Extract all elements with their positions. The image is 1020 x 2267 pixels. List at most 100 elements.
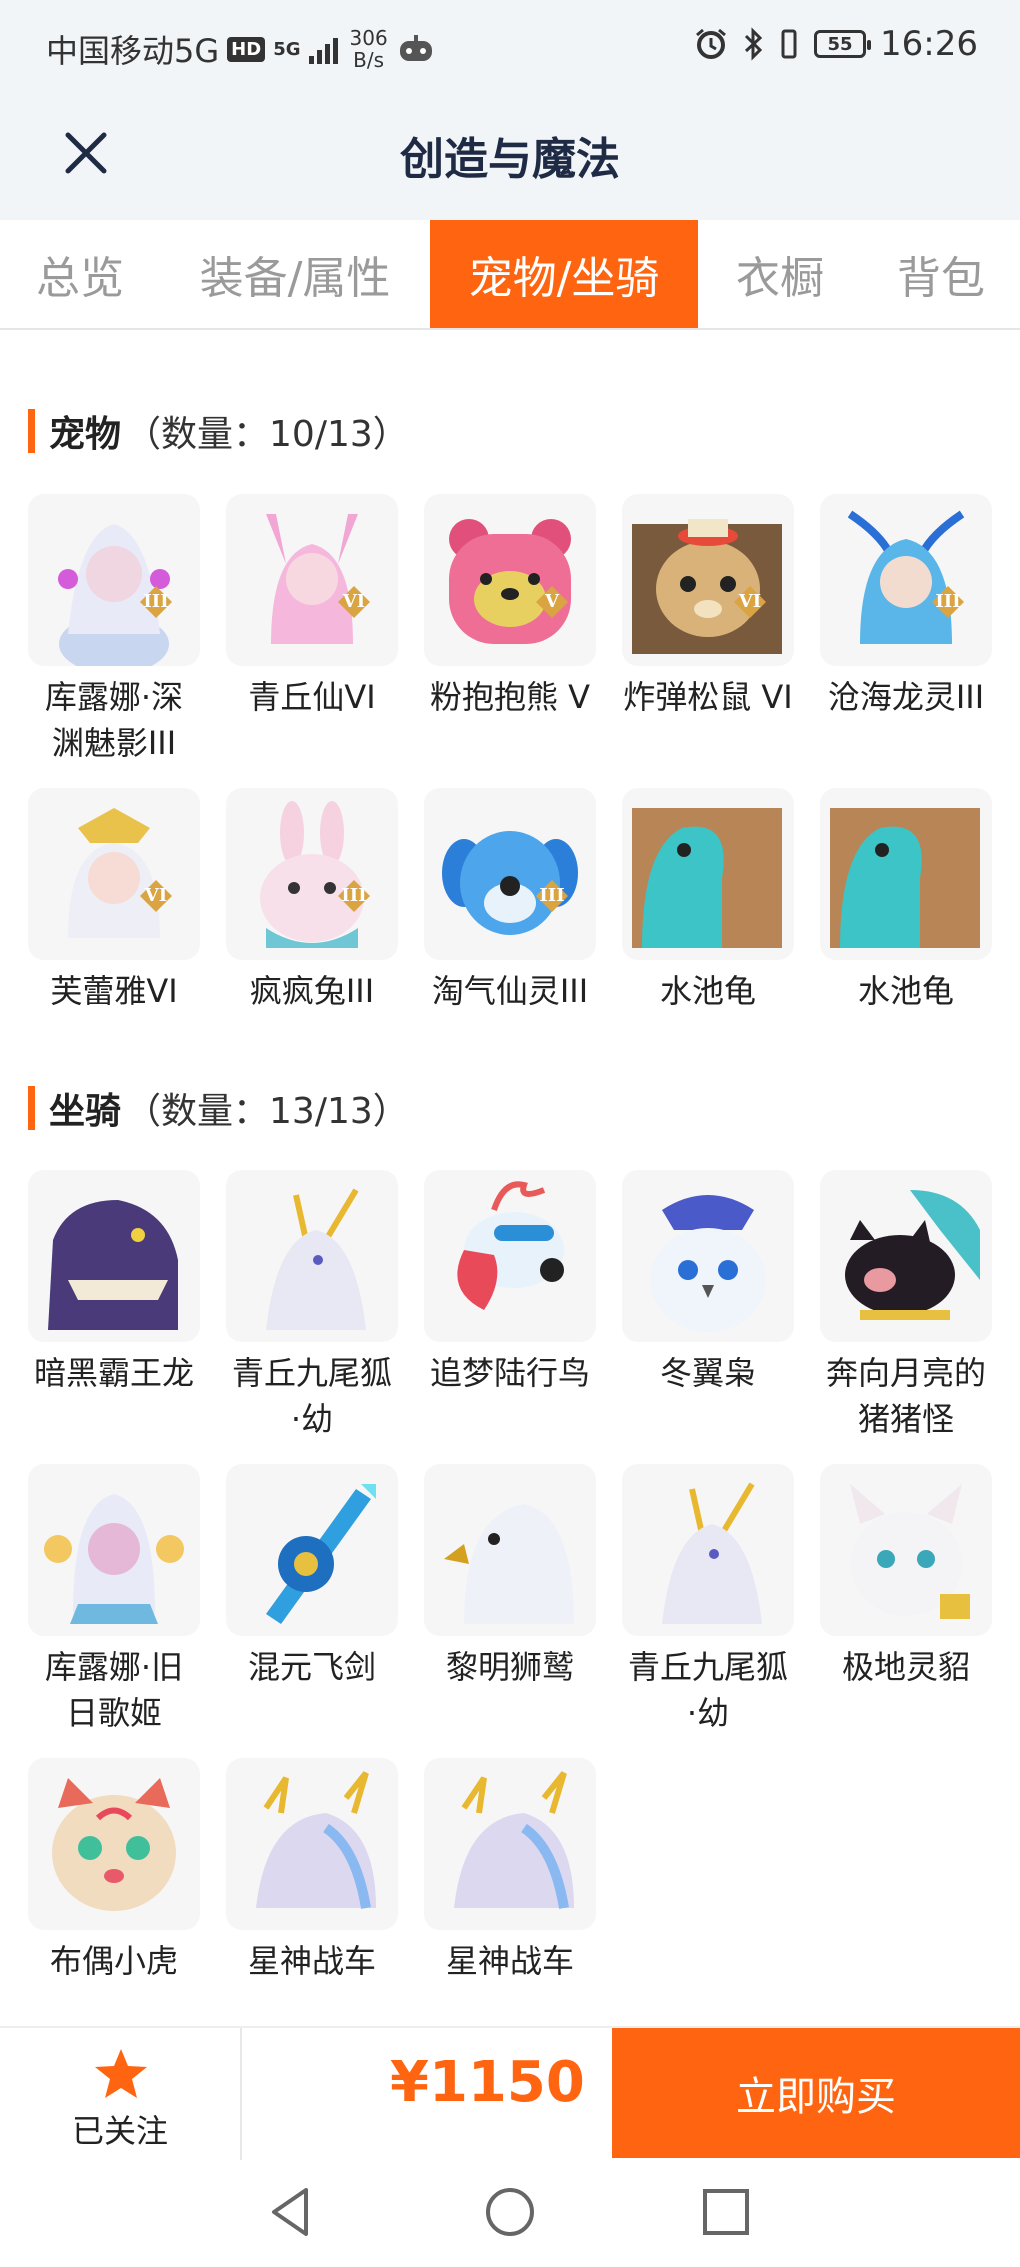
- mounts-section-header: 坐骑 （数量：13/13）: [28, 1082, 409, 1134]
- carrier-label: 中国移动5G: [46, 32, 220, 70]
- net-speed: 306 B/s: [350, 27, 388, 71]
- pet-label-line: 沧海龙灵III: [827, 678, 985, 716]
- mount-label-line: ·幼: [686, 1694, 730, 1732]
- pets-count: （数量：10/13）: [125, 414, 409, 455]
- mount-label-line: 暗黑霸王龙: [33, 1354, 194, 1392]
- pet-item[interactable]: 水池龟: [620, 788, 796, 1014]
- pet-label: 水池龟: [818, 968, 994, 1014]
- mount-label-line: 奔向月亮的: [825, 1354, 986, 1392]
- rank-badge: VI: [342, 591, 365, 612]
- pet-thumbnail: V: [424, 494, 596, 666]
- clock: 16:26: [880, 24, 978, 64]
- mount-label-line: 冬翼枭: [659, 1354, 756, 1392]
- pet-label: 沧海龙灵III: [818, 674, 994, 720]
- rank-badge: III: [935, 591, 960, 612]
- mount-image-icon: [850, 1484, 970, 1619]
- mount-label-line: 极地灵貂: [841, 1648, 970, 1686]
- mount-image-icon: [650, 1195, 766, 1332]
- mount-item[interactable]: 黎明狮鹫: [422, 1464, 598, 1690]
- mount-item[interactable]: 追梦陆行鸟: [422, 1170, 598, 1396]
- tab-pets-mounts[interactable]: 宠物/坐骑: [430, 220, 698, 328]
- mount-image-icon: [845, 1190, 980, 1320]
- mount-item[interactable]: 极地灵貂: [818, 1464, 994, 1690]
- mount-label: 青丘九尾狐 ·幼: [224, 1350, 400, 1442]
- pet-thumbnail: [820, 788, 992, 960]
- buy-now-button[interactable]: 立即购买: [612, 2028, 1020, 2158]
- pet-thumbnail: VI: [226, 494, 398, 666]
- tab-bag[interactable]: 背包: [862, 220, 1020, 328]
- mount-item[interactable]: 青丘九尾狐 ·幼: [224, 1170, 400, 1442]
- mount-image-icon: [662, 1482, 762, 1624]
- pet-label-line: 青丘仙VI: [248, 678, 376, 716]
- pet-thumbnail: VI: [28, 788, 200, 960]
- mounts-count: （数量：13/13）: [125, 1091, 409, 1132]
- rank-badge: V: [544, 591, 560, 612]
- pet-thumbnail: III: [424, 788, 596, 960]
- pet-item[interactable]: III 疯疯兔III: [224, 788, 400, 1014]
- mount-item[interactable]: 库露娜·旧 日歌姬: [26, 1464, 202, 1736]
- pet-item[interactable]: VI 青丘仙VI: [224, 494, 400, 720]
- pet-thumbnail: III: [226, 788, 398, 960]
- price: ¥1150: [390, 2050, 585, 2115]
- back-icon[interactable]: [262, 2182, 322, 2242]
- page-title: 创造与魔法: [400, 134, 620, 185]
- mount-label-line: 星神战车: [445, 1942, 574, 1980]
- tab-overview[interactable]: 总览: [0, 220, 160, 328]
- pet-item[interactable]: III 沧海龙灵III: [818, 494, 994, 720]
- pet-thumbnail: [622, 788, 794, 960]
- pet-item[interactable]: III 淘气仙灵III: [422, 788, 598, 1014]
- mount-item[interactable]: 暗黑霸王龙: [26, 1170, 202, 1396]
- mount-item[interactable]: 冬翼枭: [620, 1170, 796, 1396]
- mount-label-line: 星神战车: [247, 1942, 376, 1980]
- mount-label: 布偶小虎: [26, 1938, 202, 1984]
- battery-level: 55: [827, 33, 853, 55]
- pet-item[interactable]: VI 炸弹松鼠 VI: [620, 494, 796, 720]
- pet-label: 芙蕾雅VI: [26, 968, 202, 1014]
- mount-thumbnail: [28, 1758, 200, 1930]
- mount-label: 混元飞剑: [224, 1644, 400, 1690]
- section-accent-bar: [28, 409, 35, 453]
- mount-item[interactable]: 星神战车: [422, 1758, 598, 1984]
- pet-thumbnail: III: [28, 494, 200, 666]
- mount-image-icon: [52, 1778, 176, 1911]
- pet-item[interactable]: VI 芙蕾雅VI: [26, 788, 202, 1014]
- buy-now-label: 立即购买: [736, 2074, 896, 2120]
- mount-item[interactable]: 混元飞剑: [224, 1464, 400, 1690]
- mount-label: 极地灵貂: [818, 1644, 994, 1690]
- pet-label-line: 渊魅影III: [51, 724, 177, 762]
- mount-thumbnail: [820, 1464, 992, 1636]
- pet-label-line: 芙蕾雅VI: [50, 972, 178, 1010]
- mount-item[interactable]: 星神战车: [224, 1758, 400, 1984]
- recents-icon[interactable]: [696, 2182, 756, 2242]
- battery-icon: 55: [814, 30, 872, 58]
- mount-thumbnail: [622, 1170, 794, 1342]
- mount-label-line: 日歌姬: [65, 1694, 162, 1732]
- rank-badge: III: [143, 591, 168, 612]
- status-left: 中国移动5G HD 5G 306 B/s: [46, 26, 436, 72]
- rank-badge: VI: [738, 591, 761, 612]
- pet-item[interactable]: III 库露娜·深 渊魅影III: [26, 494, 202, 766]
- home-icon[interactable]: [480, 2182, 540, 2242]
- tab-wardrobe[interactable]: 衣橱: [706, 220, 854, 328]
- mount-thumbnail: [226, 1170, 398, 1342]
- mount-thumbnail: [820, 1170, 992, 1342]
- mount-item[interactable]: 青丘九尾狐 ·幼: [620, 1464, 796, 1736]
- pet-image-icon: III: [442, 831, 578, 935]
- follow-button[interactable]: 已关注: [0, 2028, 242, 2162]
- pet-label: 粉抱抱熊 V: [422, 674, 598, 720]
- mount-item[interactable]: 布偶小虎: [26, 1758, 202, 1984]
- tab-label: 背包: [897, 253, 985, 304]
- pet-item[interactable]: 水池龟: [818, 788, 994, 1014]
- pet-thumbnail: III: [820, 494, 992, 666]
- system-nav-bar: [0, 2160, 1020, 2267]
- pet-item[interactable]: V 粉抱抱熊 V: [422, 494, 598, 720]
- mount-thumbnail: [424, 1464, 596, 1636]
- pet-label: 库露娜·深 渊魅影III: [26, 674, 202, 766]
- mount-item[interactable]: 奔向月亮的 猪猪怪: [818, 1170, 994, 1442]
- mount-thumbnail: [28, 1464, 200, 1636]
- alarm-icon: [696, 28, 726, 59]
- tab-equipment[interactable]: 装备/属性: [168, 220, 422, 328]
- mount-thumbnail: [424, 1170, 596, 1342]
- mount-image-icon: [256, 1771, 376, 1909]
- pet-label: 疯疯兔III: [224, 968, 400, 1014]
